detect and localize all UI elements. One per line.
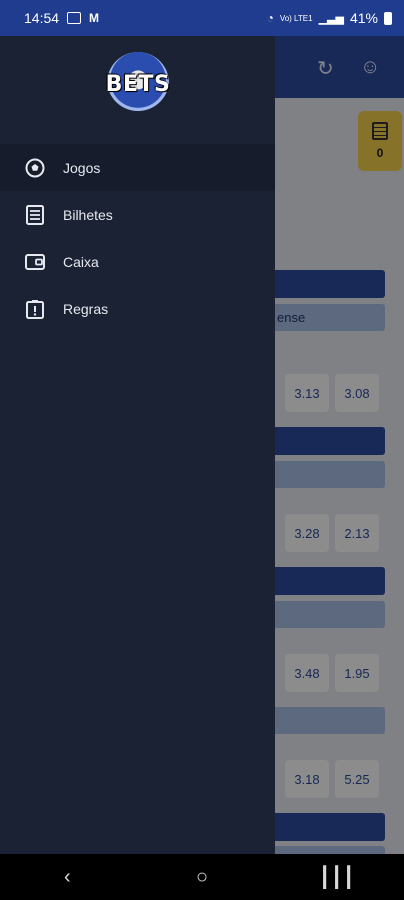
battery-percent: 41% [349,10,378,26]
ticket-list-icon [24,204,46,226]
wallet-icon [24,251,46,273]
menu-item-caixa[interactable]: Caixa [0,238,275,285]
network-label: Vo) LTE1 [279,13,313,23]
rules-clipboard-icon [24,298,46,320]
navigation-drawer: BETS Jogos Bilhetes Caixa Regras [0,36,275,854]
battery-icon [384,11,392,25]
app-notification-icon: Μ [89,11,100,25]
status-time: 14:54 [24,10,60,26]
recents-icon[interactable]: ┃┃┃ [307,865,367,890]
logo-text: BETS [105,72,171,97]
menu-item-jogos[interactable]: Jogos [0,144,275,191]
menu-item-label: Jogos [63,159,101,176]
menu-item-regras[interactable]: Regras [0,285,275,332]
signal-icon: ▁▃▅ [318,12,344,25]
wifi-icon: ◔ [266,11,274,25]
gallery-icon [67,12,82,24]
system-nav-bar: ‹ ○ ┃┃┃ [0,854,404,900]
soccer-ball-icon [24,157,46,179]
menu-item-label: Caixa [63,253,99,270]
status-bar: 14:54 Μ ◔ Vo) LTE1 ▁▃▅ 41% [0,0,404,36]
menu-item-label: Bilhetes [63,206,113,223]
back-icon[interactable]: ‹ [37,866,97,889]
menu-item-bilhetes[interactable]: Bilhetes [0,191,275,238]
menu-item-label: Regras [63,300,109,317]
home-icon[interactable]: ○ [172,866,232,889]
bets-logo: BETS [101,52,175,116]
drawer-menu: Jogos Bilhetes Caixa Regras [0,144,275,332]
